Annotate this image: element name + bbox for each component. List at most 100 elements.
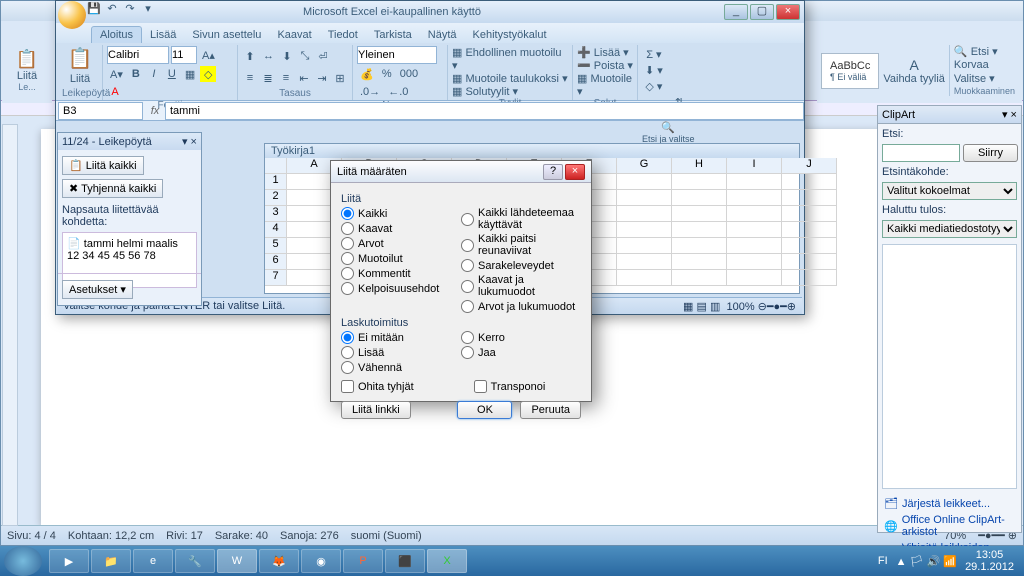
minimize-button[interactable]: _ <box>724 4 748 20</box>
radio-sarakeleveydet[interactable]: Sarakeleveydet <box>461 259 581 272</box>
qat-undo-icon[interactable]: ↶ <box>104 2 120 18</box>
radio-kaikki[interactable]: Kaikki <box>341 207 461 220</box>
font-name-select[interactable] <box>107 46 169 64</box>
radio-lahdeteema[interactable]: Kaikki lähdeteemaa käyttävät <box>461 207 581 231</box>
radio-arvot-lukumuodot[interactable]: Arvot ja lukumuodot <box>461 300 581 313</box>
row-4[interactable]: 4 <box>265 222 287 238</box>
radio-jaa[interactable]: Jaa <box>461 346 581 359</box>
paste-icon[interactable]: 📋 <box>16 49 38 70</box>
select-button[interactable]: Valitse ▾ <box>954 72 1015 85</box>
taskbar-word[interactable]: W <box>217 549 257 573</box>
cond-format-button[interactable]: ▦ Ehdollinen muotoilu ▾ <box>452 46 568 72</box>
tab-tiedot[interactable]: Tiedot <box>320 27 366 43</box>
row-3[interactable]: 3 <box>265 206 287 222</box>
orientation-icon[interactable]: ⤡ <box>297 48 313 64</box>
status-row[interactable]: Rivi: 17 <box>166 530 203 542</box>
dialog-close-button[interactable]: × <box>565 164 585 180</box>
row-7[interactable]: 7 <box>265 270 287 286</box>
find-button[interactable]: 🔍 Etsi ▾ <box>954 45 1015 58</box>
border-icon[interactable]: ▦ <box>182 66 198 82</box>
fill-icon[interactable]: ⬇ ▾ <box>642 62 666 78</box>
clock[interactable]: 13:05 29.1.2012 <box>965 549 1014 573</box>
radio-arvot[interactable]: Arvot <box>341 237 461 250</box>
row-5[interactable]: 5 <box>265 238 287 254</box>
insert-button[interactable]: ➕ Lisää ▾ <box>577 46 629 59</box>
cancel-button[interactable]: Peruuta <box>520 401 581 419</box>
radio-paitsi-reunaviivat[interactable]: Kaikki paitsi reunaviivat <box>461 233 581 257</box>
qat-redo-icon[interactable]: ↷ <box>122 2 138 18</box>
qat-save-icon[interactable]: 💾 <box>86 2 102 18</box>
radio-kelpoisuusehdot[interactable]: Kelpoisuusehdot <box>341 282 461 295</box>
inc-indent-icon[interactable]: ⇥ <box>314 70 330 86</box>
status-lang[interactable]: suomi (Suomi) <box>351 530 422 542</box>
tab-sivun-asettelu[interactable]: Sivun asettelu <box>184 27 269 43</box>
radio-vahenna[interactable]: Vähennä <box>341 361 461 374</box>
paste-all-button[interactable]: 📋 Liitä kaikki <box>62 156 144 175</box>
clipboard-options-button[interactable]: Asetukset ▾ <box>62 280 133 299</box>
clear-icon[interactable]: ◇ ▾ <box>642 78 666 94</box>
radio-ei-mitaan[interactable]: Ei mitään <box>341 331 461 344</box>
dec-indent-icon[interactable]: ⇤ <box>296 70 312 86</box>
bold-icon[interactable]: B <box>128 66 144 82</box>
cell-styles-button[interactable]: ▦ Solutyylit ▾ <box>452 85 518 98</box>
paste-big-icon[interactable]: 📋 <box>68 46 93 71</box>
dec-decimal-icon[interactable]: ←.0 <box>385 84 411 100</box>
tab-kaavat[interactable]: Kaavat <box>269 27 319 43</box>
find-select-button[interactable]: 🔍Etsi ja valitse <box>642 121 695 144</box>
status-pos[interactable]: Kohtaan: 12,2 cm <box>68 530 154 542</box>
percent-icon[interactable]: % <box>379 66 395 82</box>
align-bottom-icon[interactable]: ⬇ <box>279 48 295 64</box>
format-button[interactable]: ▦ Muotoile ▾ <box>577 72 633 98</box>
radio-kaavat-lukumuodot[interactable]: Kaavat ja lukumuodot <box>461 274 581 298</box>
autosum-icon[interactable]: Σ ▾ <box>642 46 666 62</box>
comma-icon[interactable]: 000 <box>397 66 421 82</box>
lang-indicator[interactable]: FI <box>878 555 888 567</box>
view-buttons[interactable]: ▦ ▤ ▥ <box>683 301 720 313</box>
radio-kaavat[interactable]: Kaavat <box>341 222 461 235</box>
taskbar-powerpoint[interactable]: P <box>343 549 383 573</box>
wrap-text-icon[interactable]: ⏎ <box>315 48 331 64</box>
merge-icon[interactable]: ⊞ <box>332 70 348 86</box>
clear-all-button[interactable]: ✖ Tyhjennä kaikki <box>62 179 163 198</box>
taskbar-app2[interactable]: ⬛ <box>385 549 425 573</box>
shrink-font-icon[interactable]: A▾ <box>107 66 126 82</box>
align-right-icon[interactable]: ≡ <box>278 70 294 86</box>
clipart-online-link[interactable]: 🌐 Office Online ClipArt-arkistot <box>884 512 1015 540</box>
grow-font-icon[interactable]: A▴ <box>199 47 218 63</box>
col-G[interactable]: G <box>617 158 672 174</box>
formula-input[interactable] <box>165 102 804 120</box>
number-format-select[interactable] <box>357 46 437 64</box>
row-6[interactable]: 6 <box>265 254 287 270</box>
fx-icon[interactable]: fx <box>145 105 165 117</box>
ok-button[interactable]: OK <box>457 401 512 419</box>
radio-muotoilut[interactable]: Muotoilut <box>341 252 461 265</box>
col-H[interactable]: H <box>672 158 727 174</box>
format-table-button[interactable]: ▦ Muotoile taulukoksi ▾ <box>452 72 568 85</box>
start-button[interactable] <box>4 546 42 576</box>
taskbar-excel[interactable]: X <box>427 549 467 573</box>
align-center-icon[interactable]: ≣ <box>260 70 276 86</box>
align-left-icon[interactable]: ≡ <box>242 70 258 86</box>
taskbar-explorer[interactable]: 📁 <box>91 549 131 573</box>
dialog-help-button[interactable]: ? <box>543 164 563 180</box>
tab-aloitus[interactable]: Aloitus <box>91 26 142 43</box>
clipart-close-icon[interactable]: ▾ × <box>1002 108 1017 121</box>
row-2[interactable]: 2 <box>265 190 287 206</box>
col-I[interactable]: I <box>727 158 782 174</box>
tab-nayta[interactable]: Näytä <box>420 27 465 43</box>
taskbar-app1[interactable]: 🔧 <box>175 549 215 573</box>
name-box[interactable] <box>58 102 143 120</box>
status-words[interactable]: Sanoja: 276 <box>280 530 339 542</box>
radio-kerro[interactable]: Kerro <box>461 331 581 344</box>
taskbar-ie[interactable]: e <box>133 549 173 573</box>
change-styles-button[interactable]: A Vaihda tyyliä <box>883 57 945 85</box>
select-all-corner[interactable] <box>265 158 287 174</box>
taskbar-firefox[interactable]: 🦊 <box>259 549 299 573</box>
paste-big-label[interactable]: Liitä <box>70 73 90 85</box>
clipart-organize-link[interactable]: 🗂 Järjestä leikkeet... <box>884 495 1015 512</box>
tab-tarkista[interactable]: Tarkista <box>366 27 420 43</box>
replace-button[interactable]: Korvaa <box>954 59 1015 71</box>
clipart-search-input[interactable] <box>882 144 960 162</box>
underline-icon[interactable]: U <box>164 66 180 82</box>
clipart-scope-select[interactable]: Valitut kokoelmat <box>882 182 1017 200</box>
